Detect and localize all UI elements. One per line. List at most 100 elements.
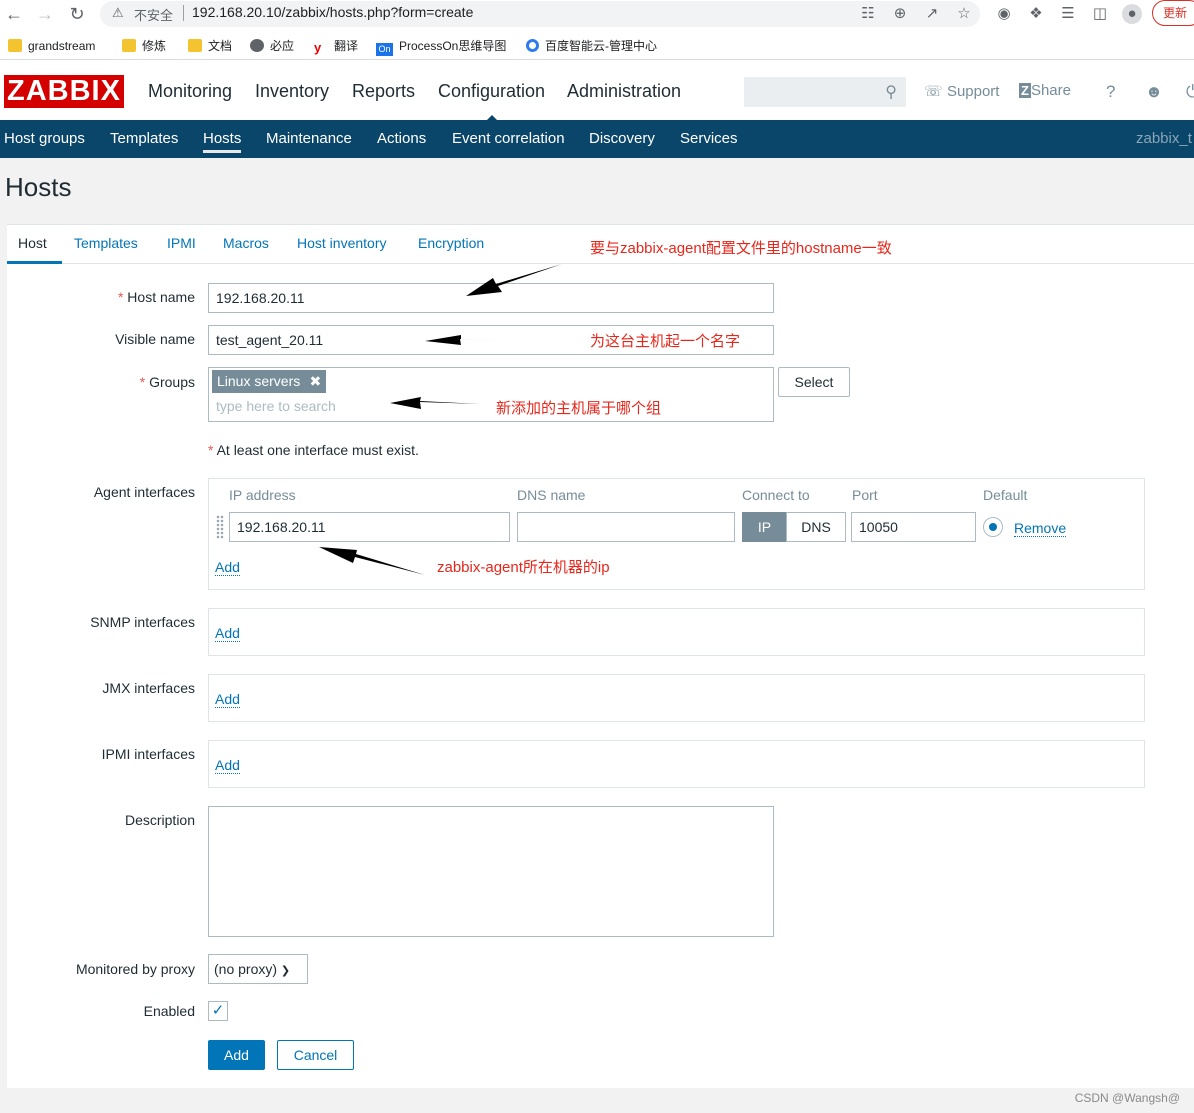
reload-icon[interactable]: ↻ bbox=[66, 3, 88, 25]
zabbix-logo[interactable]: ZABBIX bbox=[4, 75, 124, 108]
youdao-icon: y bbox=[314, 40, 322, 55]
media-icon[interactable]: ☰ bbox=[1058, 4, 1078, 24]
annotation-group: 新添加的主机属于哪个组 bbox=[496, 400, 662, 417]
zoom-icon[interactable]: ⊕ bbox=[890, 4, 910, 24]
add-agent-interface-link[interactable]: Add bbox=[215, 559, 240, 576]
bookmark-grandstream[interactable]: grandstream bbox=[8, 37, 95, 55]
groups-search-input[interactable]: type here to search bbox=[216, 398, 336, 414]
col-ip-address: IP address bbox=[229, 487, 296, 503]
host-name-label: * Host name bbox=[117, 289, 195, 305]
url-separator bbox=[183, 5, 184, 21]
menu-configuration[interactable]: Configuration bbox=[438, 81, 545, 122]
select-groups-button[interactable]: Select bbox=[778, 367, 850, 397]
default-interface-radio[interactable] bbox=[983, 517, 1003, 537]
subnav-host-groups[interactable]: Host groups bbox=[4, 130, 85, 147]
warning-icon: ⚠ bbox=[112, 5, 124, 20]
csdn-watermark: CSDN @Wangsh@ bbox=[1074, 1091, 1180, 1105]
support-link[interactable]: ☏ Support bbox=[924, 82, 999, 100]
processon-icon: On bbox=[376, 43, 393, 56]
agent-interfaces-label: Agent interfaces bbox=[93, 484, 195, 500]
annotation-hostname: 要与zabbix-agent配置文件里的hostname一致 bbox=[590, 240, 892, 257]
agent-port-input[interactable]: 10050 bbox=[851, 512, 976, 542]
enabled-checkbox[interactable]: ✓ bbox=[208, 1001, 228, 1021]
help-icon[interactable]: ? bbox=[1106, 82, 1115, 102]
enabled-label: Enabled bbox=[143, 1003, 195, 1019]
groups-multiselect[interactable]: Linux servers ✖ type here to search bbox=[208, 367, 774, 422]
subnav-maintenance[interactable]: Maintenance bbox=[266, 130, 352, 147]
proxy-select[interactable]: (no proxy) ❯ bbox=[208, 954, 308, 984]
share-link[interactable]: Z Share bbox=[1019, 82, 1071, 99]
menu-monitoring[interactable]: Monitoring bbox=[148, 81, 232, 102]
add-host-button[interactable]: Add bbox=[208, 1040, 265, 1070]
add-snmp-interface-link[interactable]: Add bbox=[215, 625, 240, 642]
add-jmx-interface-link[interactable]: Add bbox=[215, 691, 240, 708]
extension-circle-icon[interactable]: ◉ bbox=[994, 4, 1014, 24]
jmx-interfaces-box: Add bbox=[208, 674, 1145, 722]
address-bar[interactable]: ⚠ 不安全 192.168.20.10/zabbix/hosts.php?for… bbox=[100, 1, 980, 27]
subnav-templates[interactable]: Templates bbox=[110, 130, 178, 147]
zabbix-header: ZABBIX Monitoring Inventory Reports Conf… bbox=[0, 60, 1194, 122]
agent-ip-input[interactable]: 192.168.20.11 bbox=[229, 512, 510, 542]
sidepanel-icon[interactable]: ◫ bbox=[1090, 4, 1110, 24]
remove-chip-icon[interactable]: ✖ bbox=[310, 370, 322, 393]
bookmark-fanyi[interactable]: y 翻译 bbox=[314, 37, 358, 55]
subnav-event-correlation[interactable]: Event correlation bbox=[452, 130, 565, 147]
subnav-discovery[interactable]: Discovery bbox=[589, 130, 655, 147]
description-textarea[interactable] bbox=[208, 806, 774, 937]
add-ipmi-interface-link[interactable]: Add bbox=[215, 757, 240, 774]
forward-icon[interactable]: → bbox=[34, 3, 56, 25]
agent-dns-input[interactable] bbox=[517, 512, 735, 542]
translate-icon[interactable]: ☷ bbox=[858, 4, 878, 24]
bookmark-baidu-cloud[interactable]: 百度智能云-管理中心 bbox=[526, 37, 657, 55]
sub-navigation: Host groups Templates Hosts Maintenance … bbox=[0, 120, 1194, 158]
host-name-input[interactable]: 192.168.20.11 bbox=[208, 283, 774, 313]
tab-ipmi[interactable]: IPMI bbox=[167, 235, 196, 251]
headset-icon: ☏ bbox=[924, 83, 943, 100]
tab-encryption[interactable]: Encryption bbox=[418, 235, 484, 251]
subnav-hosts[interactable]: Hosts bbox=[203, 130, 242, 153]
server-name: zabbix_t bbox=[1136, 130, 1192, 147]
subnav-actions[interactable]: Actions bbox=[377, 130, 426, 147]
interface-requirement-note: * At least one interface must exist. bbox=[208, 442, 419, 458]
puzzle-icon[interactable]: ❖ bbox=[1026, 4, 1046, 24]
profile-icon[interactable]: ● bbox=[1122, 4, 1142, 24]
tab-macros[interactable]: Macros bbox=[223, 235, 269, 251]
subnav-services[interactable]: Services bbox=[680, 130, 738, 147]
update-button[interactable]: 更新 bbox=[1152, 0, 1194, 26]
menu-administration[interactable]: Administration bbox=[567, 81, 681, 102]
bookmark-processon[interactable]: On ProcessOn思维导图 bbox=[376, 37, 506, 56]
search-icon[interactable]: ⚲ bbox=[885, 82, 897, 102]
snmp-interfaces-label: SNMP interfaces bbox=[90, 614, 195, 630]
folder-icon bbox=[122, 39, 136, 52]
drag-handle-icon[interactable] bbox=[216, 515, 224, 539]
tab-host-inventory[interactable]: Host inventory bbox=[297, 235, 386, 251]
chevron-down-icon: ❯ bbox=[280, 965, 291, 977]
group-chip-linux-servers: Linux servers ✖ bbox=[212, 370, 327, 393]
back-icon[interactable]: ← bbox=[3, 3, 25, 25]
connect-ip-toggle[interactable]: IP bbox=[742, 512, 787, 542]
bookmark-bing[interactable]: 必应 bbox=[250, 37, 294, 55]
folder-icon bbox=[8, 39, 22, 52]
tab-templates[interactable]: Templates bbox=[74, 235, 138, 251]
menu-inventory[interactable]: Inventory bbox=[255, 81, 329, 102]
col-port: Port bbox=[852, 487, 878, 503]
signout-icon[interactable]: ⏻ bbox=[1186, 82, 1194, 102]
global-search-input[interactable]: ⚲ bbox=[744, 77, 906, 107]
url-text[interactable]: 192.168.20.10/zabbix/hosts.php?form=crea… bbox=[192, 4, 473, 20]
col-connect-to: Connect to bbox=[742, 487, 810, 503]
connect-dns-toggle[interactable]: DNS bbox=[786, 512, 846, 542]
browser-chrome: ← → ↻ ⚠ 不安全 192.168.20.10/zabbix/hosts.p… bbox=[0, 0, 1194, 60]
user-profile-icon[interactable]: ☻ bbox=[1145, 82, 1163, 102]
tab-active-indicator bbox=[7, 261, 62, 264]
proxy-label: Monitored by proxy bbox=[75, 961, 195, 977]
tab-host[interactable]: Host bbox=[18, 235, 47, 251]
bookmark-xiulian[interactable]: 修炼 bbox=[122, 37, 166, 55]
menu-reports[interactable]: Reports bbox=[352, 81, 415, 102]
cancel-button[interactable]: Cancel bbox=[277, 1040, 354, 1070]
folder-icon bbox=[188, 39, 202, 52]
page-title: Hosts bbox=[5, 172, 72, 202]
bookmark-wendang[interactable]: 文档 bbox=[188, 37, 232, 55]
remove-interface-link[interactable]: Remove bbox=[1014, 520, 1067, 537]
share-page-icon[interactable]: ↗ bbox=[922, 4, 942, 24]
bookmark-star-icon[interactable]: ☆ bbox=[954, 4, 974, 24]
